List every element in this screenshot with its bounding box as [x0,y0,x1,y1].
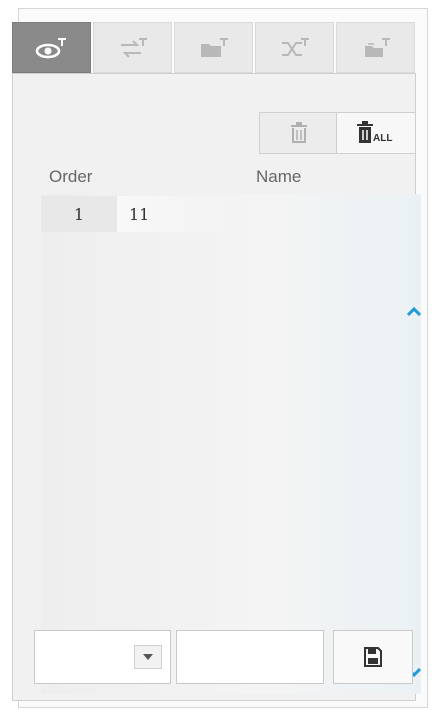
trash-icon [291,122,307,143]
delete-all-button[interactable]: ALL [336,112,416,154]
preset-name-input[interactable] [176,630,324,684]
item-order: 1 [41,196,117,232]
save-disk-icon [364,647,382,667]
delete-button[interactable] [259,112,339,154]
shuffle-pin-icon [281,37,309,56]
caret-down-icon [143,654,153,660]
tab-folder-stack[interactable] [336,22,415,73]
delete-all-label: ALL [373,133,392,144]
chevron-up-icon [406,307,422,317]
tab-bar [12,22,416,73]
list-item[interactable]: 1 11 [41,196,341,232]
folder-stack-pin-icon [364,37,390,57]
route-pin-icon [120,37,147,58]
tab-shuffle[interactable] [255,22,334,73]
eye-pin-icon [35,37,66,58]
dropdown-arrow[interactable] [134,645,162,669]
save-button[interactable] [333,630,413,684]
folder-pin-icon [200,37,228,57]
trash-all-icon: ALL [357,121,392,144]
item-name: 11 [117,196,237,232]
column-header-order: Order [49,167,93,186]
tab-route[interactable] [93,22,172,73]
column-header-name: Name [256,167,302,186]
tab-folder[interactable] [174,22,253,73]
preset-list: 1 11 [41,194,421,694]
preset-select[interactable] [34,630,171,684]
scroll-up-button[interactable] [403,302,425,322]
tab-view[interactable] [12,22,91,73]
preset-list-panel: ALL Order Name 1 11 [12,73,422,701]
